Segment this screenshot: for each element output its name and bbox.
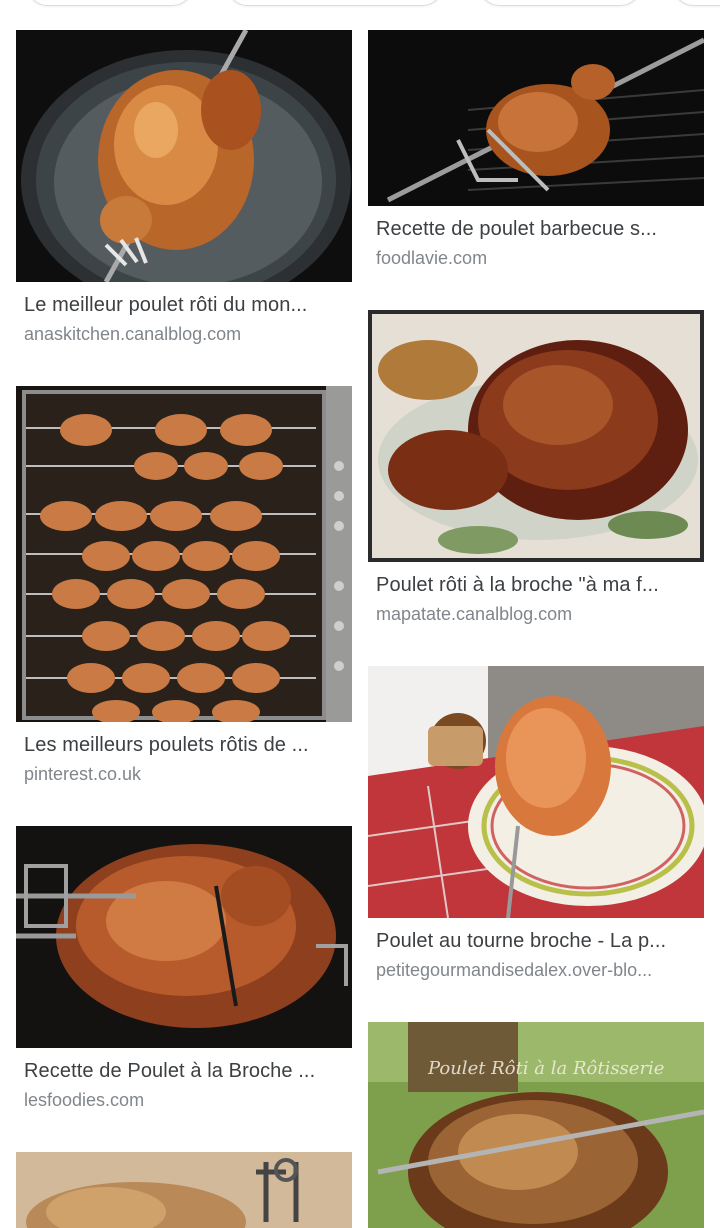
result-thumbnail[interactable] [368,30,704,206]
filter-chip[interactable] [478,0,642,6]
result-title[interactable]: Poulet au tourne broche - La p... [376,930,696,953]
image-result-card[interactable]: Recette de poulet barbecue s... foodlavi… [368,30,704,284]
result-thumbnail[interactable] [368,666,704,918]
result-title[interactable]: Recette de Poulet à la Broche ... [24,1060,344,1083]
result-thumbnail[interactable] [16,1152,352,1228]
result-source: pinterest.co.uk [24,764,142,784]
result-title[interactable]: Poulet rôti à la broche "à ma f... [376,574,696,597]
result-title[interactable]: Recette de poulet barbecue s... [376,218,696,241]
image-watermark: Poulet Rôti à la Rôtisserie [427,1058,664,1079]
result-source: mapatate.canalblog.com [376,604,573,624]
image-result-card[interactable]: Poulet rôti à la broche "à ma f... mapat… [368,310,704,640]
filter-chip[interactable] [226,0,444,6]
image-result-card[interactable]: Poulet Rôti à la Rôtisserie [368,1022,704,1228]
image-result-card[interactable]: Les meilleurs poulets rôtis de ... pinte… [16,386,352,800]
result-thumbnail[interactable]: Poulet Rôti à la Rôtisserie [368,1022,704,1228]
result-title[interactable]: Les meilleurs poulets rôtis de ... [24,734,344,757]
filter-chip[interactable] [672,0,720,6]
result-source: anaskitchen.canalblog.com [24,324,242,344]
result-thumbnail[interactable] [16,826,352,1048]
filter-chip[interactable] [26,0,194,6]
image-result-card[interactable]: Recette de Poulet à la Broche ... lesfoo… [16,826,352,1126]
result-thumbnail[interactable] [368,310,704,562]
result-source: petitegourmandisedalex.over-blo... [376,960,653,980]
result-thumbnail[interactable] [16,386,352,722]
result-source: foodlavie.com [376,248,488,268]
result-source: lesfoodies.com [24,1090,145,1110]
image-result-card[interactable]: Poulet au tourne broche - La p... petite… [368,666,704,996]
result-title[interactable]: Le meilleur poulet rôti du mon... [24,294,344,317]
image-result-card[interactable]: Le meilleur poulet rôti du mon... anaski… [16,30,352,360]
image-result-card[interactable] [16,1152,352,1228]
result-thumbnail[interactable] [16,30,352,282]
